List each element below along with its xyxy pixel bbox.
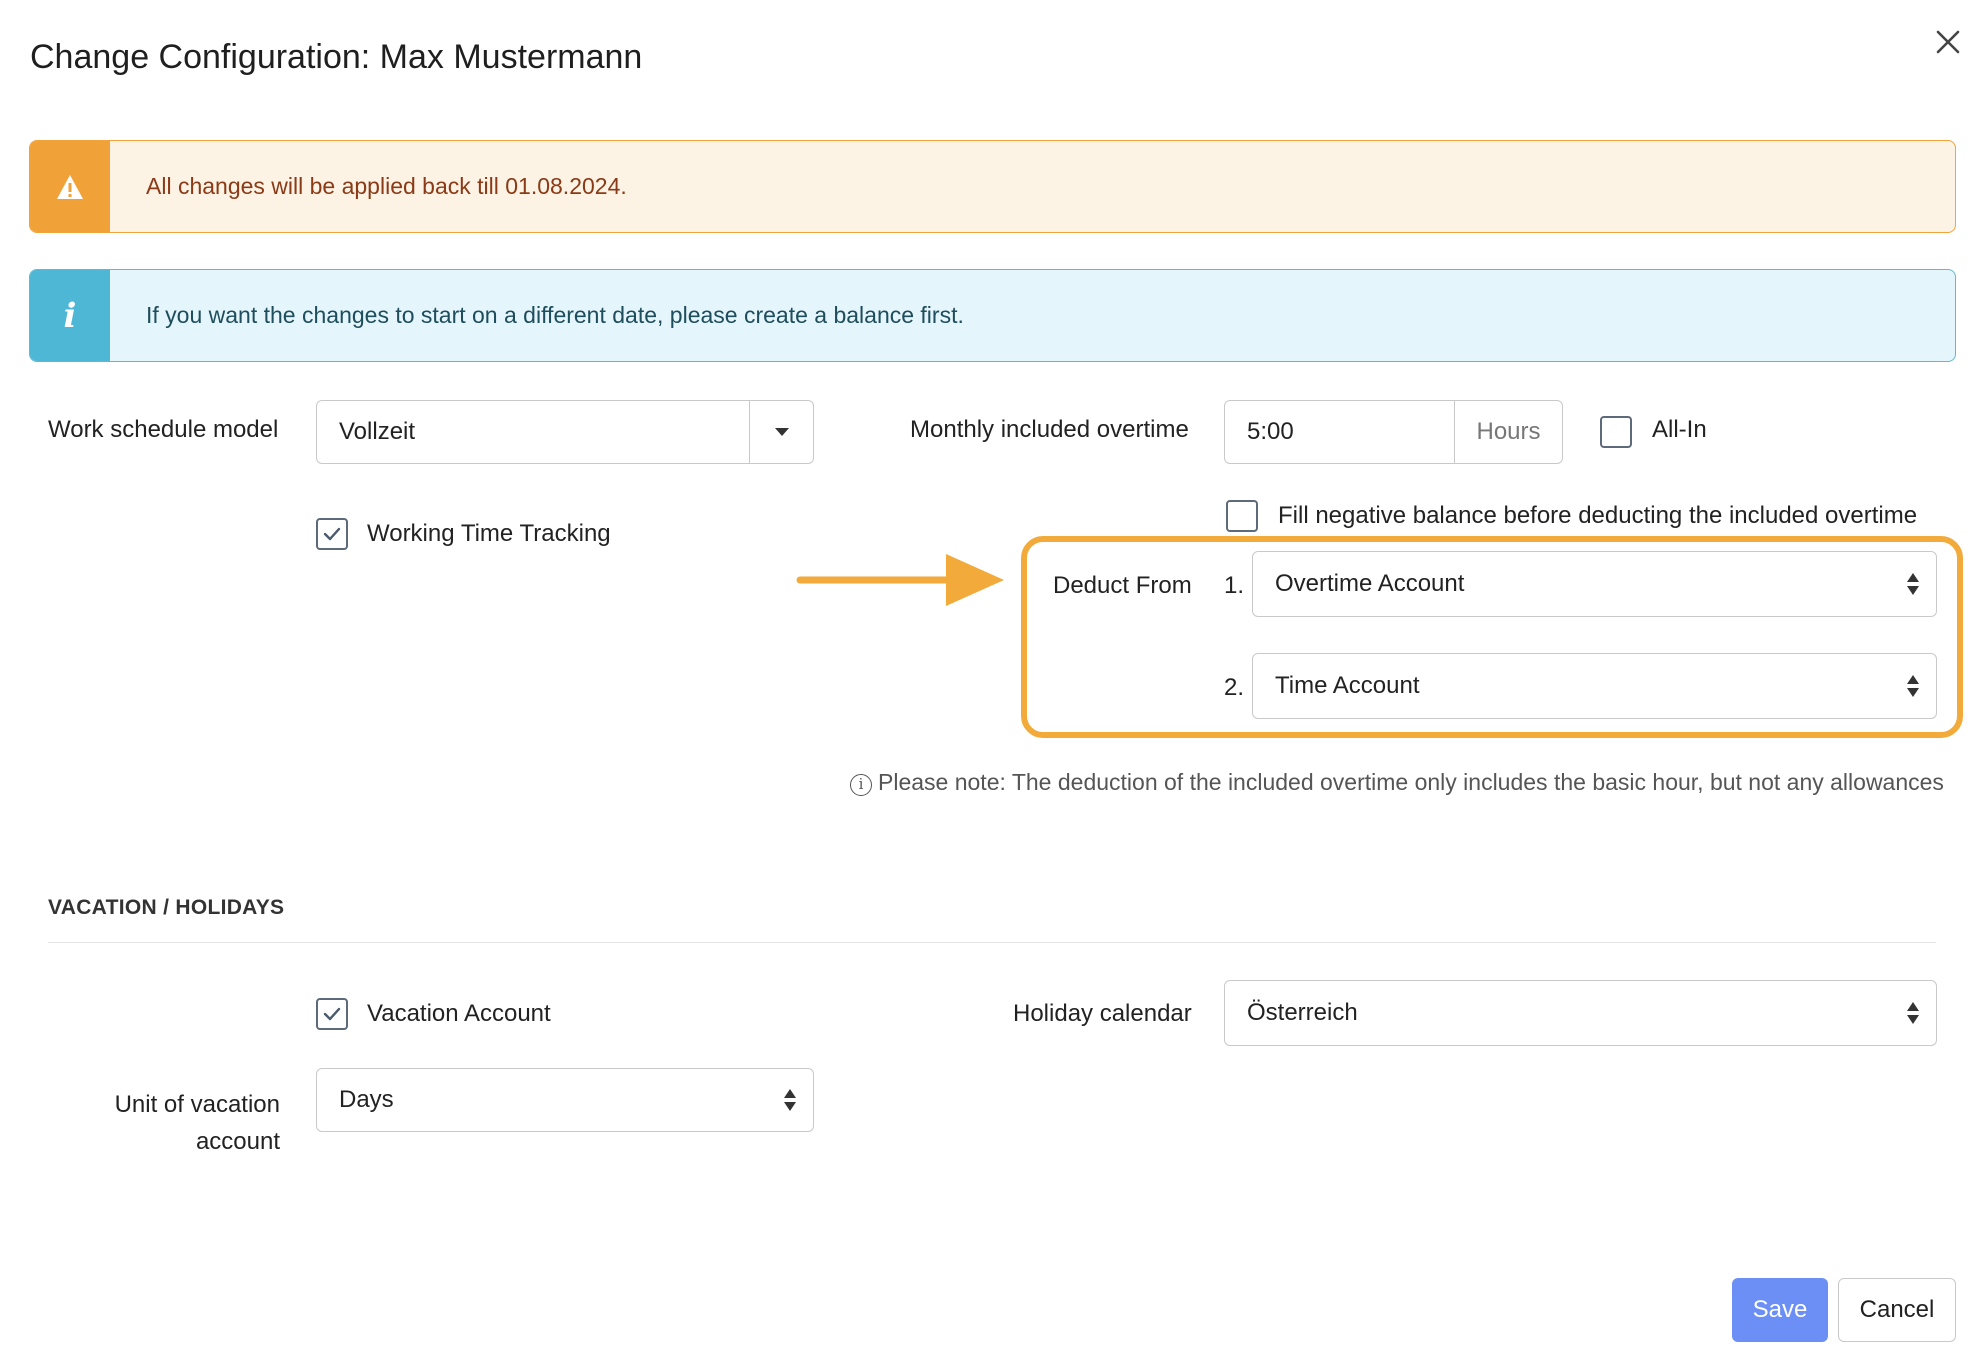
unit-vacation-label-line2: account <box>195 1128 280 1155</box>
select-arrows-icon <box>1907 573 1919 595</box>
all-in-checkbox[interactable] <box>1600 416 1632 448</box>
unit-vacation-label: Unit of vacation account <box>100 1086 280 1160</box>
info-icon: i <box>30 270 110 361</box>
caret-down-icon <box>774 428 789 436</box>
vacation-account-checkbox[interactable] <box>316 998 348 1030</box>
deduct-from-label: Deduct From <box>1053 572 1192 599</box>
save-button[interactable]: Save <box>1732 1278 1828 1342</box>
work-schedule-label: Work schedule model <box>48 416 279 443</box>
checkmark-icon <box>323 1007 341 1021</box>
warning-icon <box>30 141 110 232</box>
dialog-title: Change Configuration: Max Mustermann <box>30 38 643 76</box>
dropdown-toggle[interactable] <box>749 401 813 463</box>
info-message: If you want the changes to start on a di… <box>146 302 964 328</box>
deduct-select-1[interactable]: Overtime Account <box>1252 551 1937 617</box>
vacation-section-heading: VACATION / HOLIDAYS <box>48 896 285 919</box>
fill-negative-checkbox[interactable] <box>1226 500 1258 532</box>
work-schedule-select[interactable]: Vollzeit <box>316 400 814 464</box>
working-time-tracking-checkbox[interactable] <box>316 518 348 550</box>
work-schedule-value: Vollzeit <box>339 418 416 445</box>
monthly-overtime-input[interactable]: 5:00 Hours <box>1224 400 1563 464</box>
monthly-overtime-label: Monthly included overtime <box>910 416 1189 443</box>
info-circle-icon: i <box>850 774 872 796</box>
close-icon <box>1936 30 1960 54</box>
select-arrows-icon <box>1907 1002 1919 1024</box>
deduct-index-1: 1. <box>1224 572 1245 599</box>
deduct-index-2: 2. <box>1224 674 1245 701</box>
warning-message: All changes will be applied back till 01… <box>146 173 627 199</box>
overtime-note: i Please note: The deduction of the inclu… <box>850 764 1950 801</box>
deduct-select-2[interactable]: Time Account <box>1252 653 1937 719</box>
hours-unit: Hours <box>1454 401 1562 463</box>
unit-vacation-label-line1: Unit of vacation <box>114 1091 280 1118</box>
info-alert: i If you want the changes to start on a … <box>29 269 1956 362</box>
holiday-calendar-select[interactable]: Österreich <box>1224 980 1937 1046</box>
all-in-label: All-In <box>1652 416 1707 443</box>
select-arrows-icon <box>784 1089 796 1111</box>
fill-negative-label: Fill negative balance before deducting t… <box>1278 502 1918 529</box>
holiday-calendar-value: Österreich <box>1247 999 1358 1026</box>
checkmark-icon <box>323 527 341 541</box>
holiday-calendar-label: Holiday calendar <box>1013 1000 1192 1027</box>
section-divider <box>48 942 1936 943</box>
overtime-note-text: Please note: The deduction of the includ… <box>878 769 1944 795</box>
vacation-account-label: Vacation Account <box>367 1000 551 1027</box>
warning-alert: All changes will be applied back till 01… <box>29 140 1956 233</box>
arrow-annotation-icon <box>796 554 1004 606</box>
monthly-overtime-value: 5:00 <box>1247 418 1294 445</box>
deduct-value-2: Time Account <box>1275 672 1420 699</box>
select-arrows-icon <box>1907 675 1919 697</box>
working-time-tracking-label: Working Time Tracking <box>367 520 611 547</box>
unit-vacation-select[interactable]: Days <box>316 1068 814 1132</box>
cancel-button[interactable]: Cancel <box>1838 1278 1956 1342</box>
deduct-value-1: Overtime Account <box>1275 570 1465 597</box>
unit-vacation-value: Days <box>339 1086 394 1113</box>
close-button[interactable] <box>1930 24 1966 60</box>
